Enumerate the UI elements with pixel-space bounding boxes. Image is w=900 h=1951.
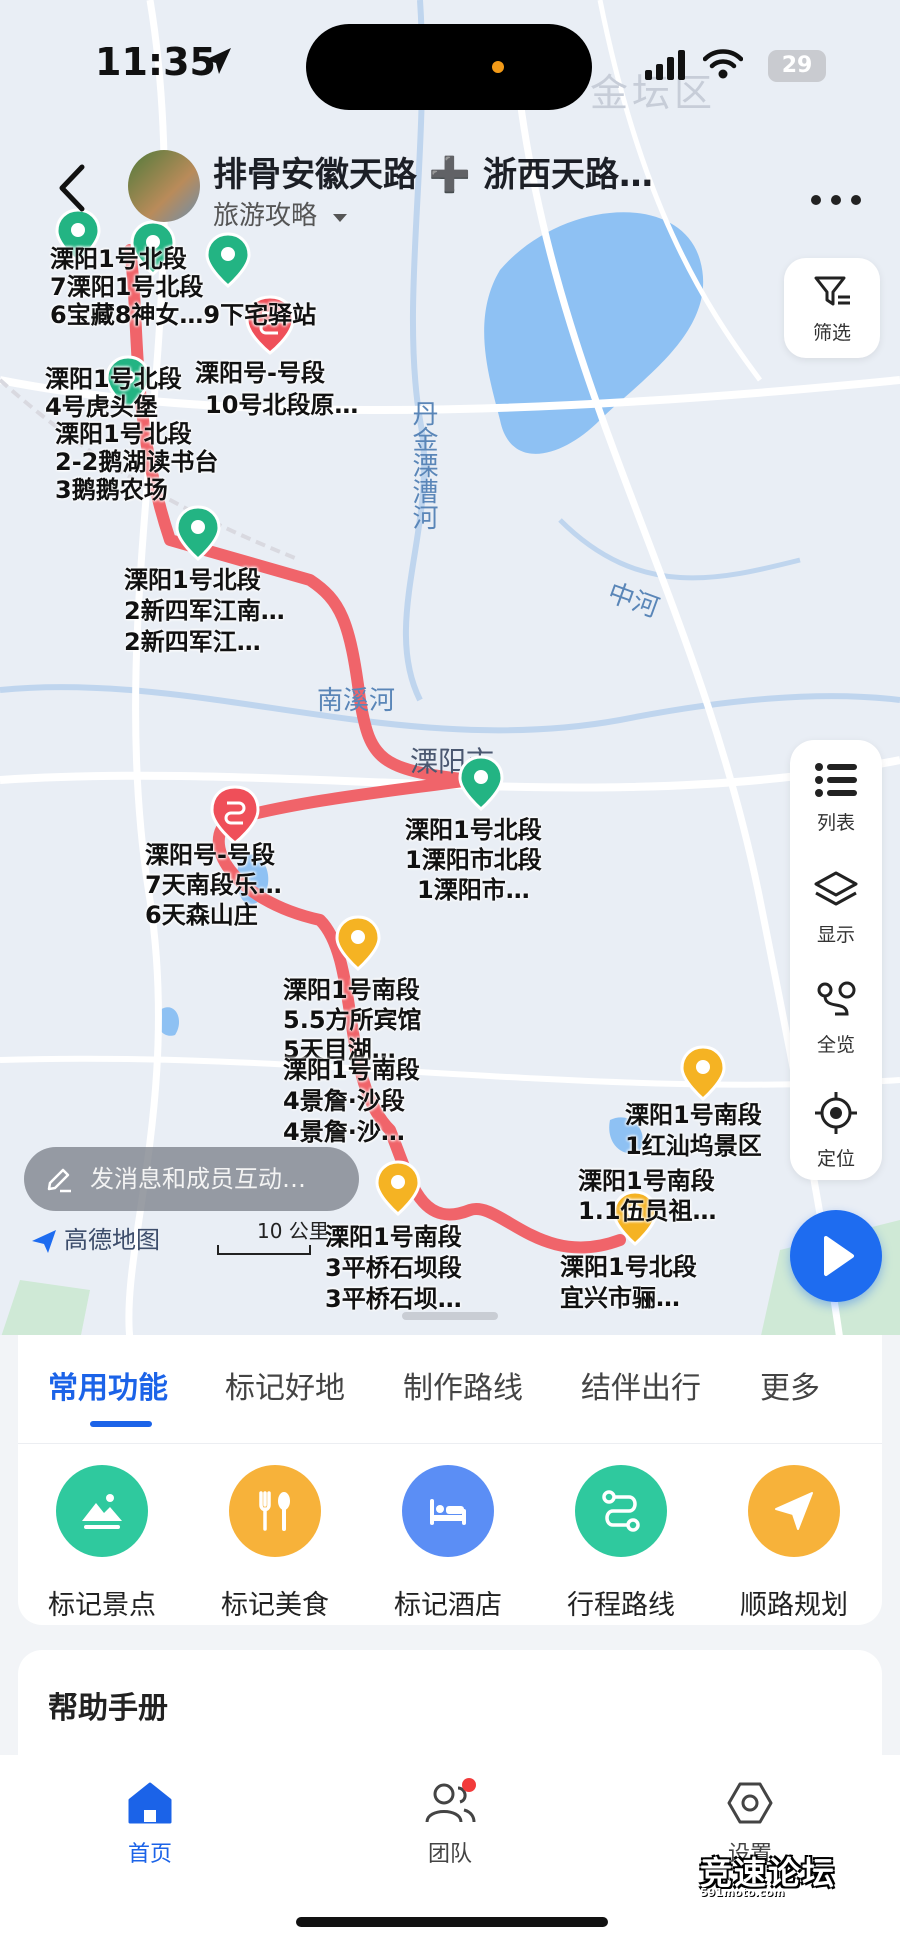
play-route-button[interactable] xyxy=(790,1210,882,1302)
map-pin-green[interactable] xyxy=(175,505,221,561)
functions-card: 常用功能 标记好地 制作路线 结伴出行 更多 标记景点 标记美食 标记酒店 行程… xyxy=(18,1335,882,1625)
map-pin-orange[interactable] xyxy=(375,1160,421,1216)
tab-home-label: 首页 xyxy=(127,1842,172,1867)
map-pin-green[interactable] xyxy=(458,755,504,811)
dynamic-island xyxy=(306,24,592,110)
tab-common[interactable]: 常用功能 xyxy=(48,1363,168,1407)
trip-avatar[interactable] xyxy=(128,150,200,222)
sheet-handle[interactable] xyxy=(402,1312,498,1320)
display-button[interactable]: 显示 xyxy=(790,850,882,960)
map-scale: 10 公里 xyxy=(217,1215,329,1255)
filter-icon xyxy=(814,276,850,306)
mark-food-label: 标记美食 xyxy=(221,1590,329,1621)
help-manual-title: 帮助手册 xyxy=(48,1691,168,1726)
trip-category-dropdown[interactable]: 旅游攻略 xyxy=(213,195,349,232)
tab-mark-places[interactable]: 标记好地 xyxy=(225,1363,345,1407)
play-icon xyxy=(824,1236,854,1276)
map-pin-red[interactable] xyxy=(210,785,260,845)
route-overview-icon xyxy=(817,981,856,1016)
locate-button[interactable]: 定位 xyxy=(790,1070,882,1180)
marker-label[interactable]: 溧阳号-号段 7天南段乐… 6天森山庄 xyxy=(145,840,282,930)
map-pin-orange[interactable] xyxy=(335,915,381,971)
filter-label: 筛选 xyxy=(812,322,851,344)
signal-icon xyxy=(645,50,685,80)
river-label: 南溪河 xyxy=(317,686,396,716)
location-arrow-icon xyxy=(205,48,231,74)
trip-header: 排骨安徽天路 ➕ 浙西天路… 旅游攻略 xyxy=(0,145,900,235)
mark-hotel-button[interactable]: 标记酒店 xyxy=(378,1465,518,1622)
locate-icon xyxy=(815,1092,857,1134)
overview-button[interactable]: 全览 xyxy=(790,960,882,1070)
marker-label[interactable]: 溧阳1号北段 7溧阳1号北段 6宝藏8神女…9下宅驿站 xyxy=(50,245,316,329)
tab-more[interactable]: 更多 xyxy=(760,1363,820,1407)
tab-home[interactable]: 首页 xyxy=(90,1780,210,1868)
marker-label[interactable]: 溧阳1号北段 1溧阳市北段 1溧阳市… xyxy=(405,815,542,905)
marker-label[interactable]: 溧阳1号南段 1.1伍员祖… xyxy=(578,1166,717,1226)
overview-label: 全览 xyxy=(816,1034,855,1056)
route-icon xyxy=(602,1490,640,1532)
marker-label[interactable]: 溧阳1号北段 宜兴市骊… xyxy=(560,1252,697,1314)
itinerary-route-button[interactable]: 行程路线 xyxy=(551,1465,691,1622)
navigate-icon xyxy=(775,1492,813,1530)
marker-label[interactable]: 溧阳1号南段 1红汕坞景区 xyxy=(625,1100,762,1162)
along-route-plan-button[interactable]: 顺路规划 xyxy=(724,1465,864,1622)
home-indicator xyxy=(296,1917,608,1927)
forum-watermark: 竞速论坛 591moto.com xyxy=(700,1848,836,1899)
along-route-plan-label: 顺路规划 xyxy=(740,1590,848,1621)
battery-indicator: 29 xyxy=(768,50,826,82)
marker-label[interactable]: 溧阳1号南段 3平桥石坝段 3平桥石坝… xyxy=(325,1222,462,1315)
marker-label[interactable]: 溧阳1号北段 2新四军江南… 2新四军江… xyxy=(124,565,285,658)
marker-label[interactable]: 溧阳1号南段 5.5方所宾馆 5天目湖… xyxy=(283,975,422,1065)
tab-team-label: 团队 xyxy=(427,1842,472,1867)
map-pin-orange[interactable] xyxy=(680,1045,726,1101)
more-icon[interactable] xyxy=(810,175,862,215)
trip-title[interactable]: 排骨安徽天路 ➕ 浙西天路… xyxy=(213,147,653,196)
landscape-icon xyxy=(82,1494,122,1529)
mark-scenic-label: 标记景点 xyxy=(48,1590,156,1621)
mark-food-button[interactable]: 标记美食 xyxy=(205,1465,345,1622)
marker-label[interactable]: 溧阳1号北段 4号虎头堡 xyxy=(45,365,182,421)
back-arrow-icon[interactable] xyxy=(52,163,92,213)
river-label: 丹金溧漕河 xyxy=(408,400,438,530)
list-label: 列表 xyxy=(816,812,855,834)
pen-icon xyxy=(47,1168,71,1193)
itinerary-route-label: 行程路线 xyxy=(567,1590,675,1621)
marker-label[interactable]: 溧阳号-号段 10号北段原… xyxy=(195,357,358,421)
home-icon xyxy=(128,1782,172,1824)
status-time: 11:35 xyxy=(95,40,216,84)
function-tabs: 常用功能 标记好地 制作路线 结伴出行 更多 xyxy=(18,1363,882,1413)
cutlery-icon xyxy=(259,1491,290,1531)
tab-team[interactable]: 团队 xyxy=(390,1778,510,1868)
map-provider-label: 高德地图 xyxy=(64,1226,160,1254)
display-label: 显示 xyxy=(816,924,855,946)
bed-icon xyxy=(430,1499,466,1525)
mark-hotel-label: 标记酒店 xyxy=(394,1590,502,1621)
amap-logo-icon xyxy=(32,1230,56,1253)
list-button[interactable]: 列表 xyxy=(790,740,882,850)
caret-down-icon xyxy=(333,214,348,222)
filter-button[interactable]: 筛选 xyxy=(784,258,880,358)
notification-dot xyxy=(462,1778,476,1792)
message-input[interactable]: 发消息和成员互动… xyxy=(24,1147,359,1211)
message-placeholder: 发消息和成员互动… xyxy=(90,1165,306,1193)
trip-category-label: 旅游攻略 xyxy=(213,201,318,231)
scale-label: 10 公里 xyxy=(257,1219,329,1243)
wifi-icon xyxy=(703,49,743,79)
map-controls: 列表 显示 全览 定位 xyxy=(790,740,882,1180)
watermark-sub: 591moto.com xyxy=(700,1886,785,1899)
tab-group-travel[interactable]: 结伴出行 xyxy=(581,1363,701,1407)
mark-scenic-button[interactable]: 标记景点 xyxy=(32,1465,172,1622)
marker-label[interactable]: 溧阳1号北段 2-2鹅湖读书台 3鹅鹅农场 xyxy=(55,420,218,504)
locate-label: 定位 xyxy=(816,1148,855,1170)
marker-label[interactable]: 溧阳1号南段 4景詹·沙段 4景詹·沙… xyxy=(283,1055,420,1148)
tab-make-route[interactable]: 制作路线 xyxy=(403,1363,523,1407)
lake-shape xyxy=(484,212,704,454)
layers-icon xyxy=(814,871,858,906)
map-provider: 高德地图 xyxy=(30,1220,160,1255)
settings-icon xyxy=(727,1782,773,1824)
active-tab-indicator xyxy=(90,1421,152,1427)
status-bar: 11:35 29 xyxy=(0,0,900,130)
list-icon xyxy=(815,763,857,797)
